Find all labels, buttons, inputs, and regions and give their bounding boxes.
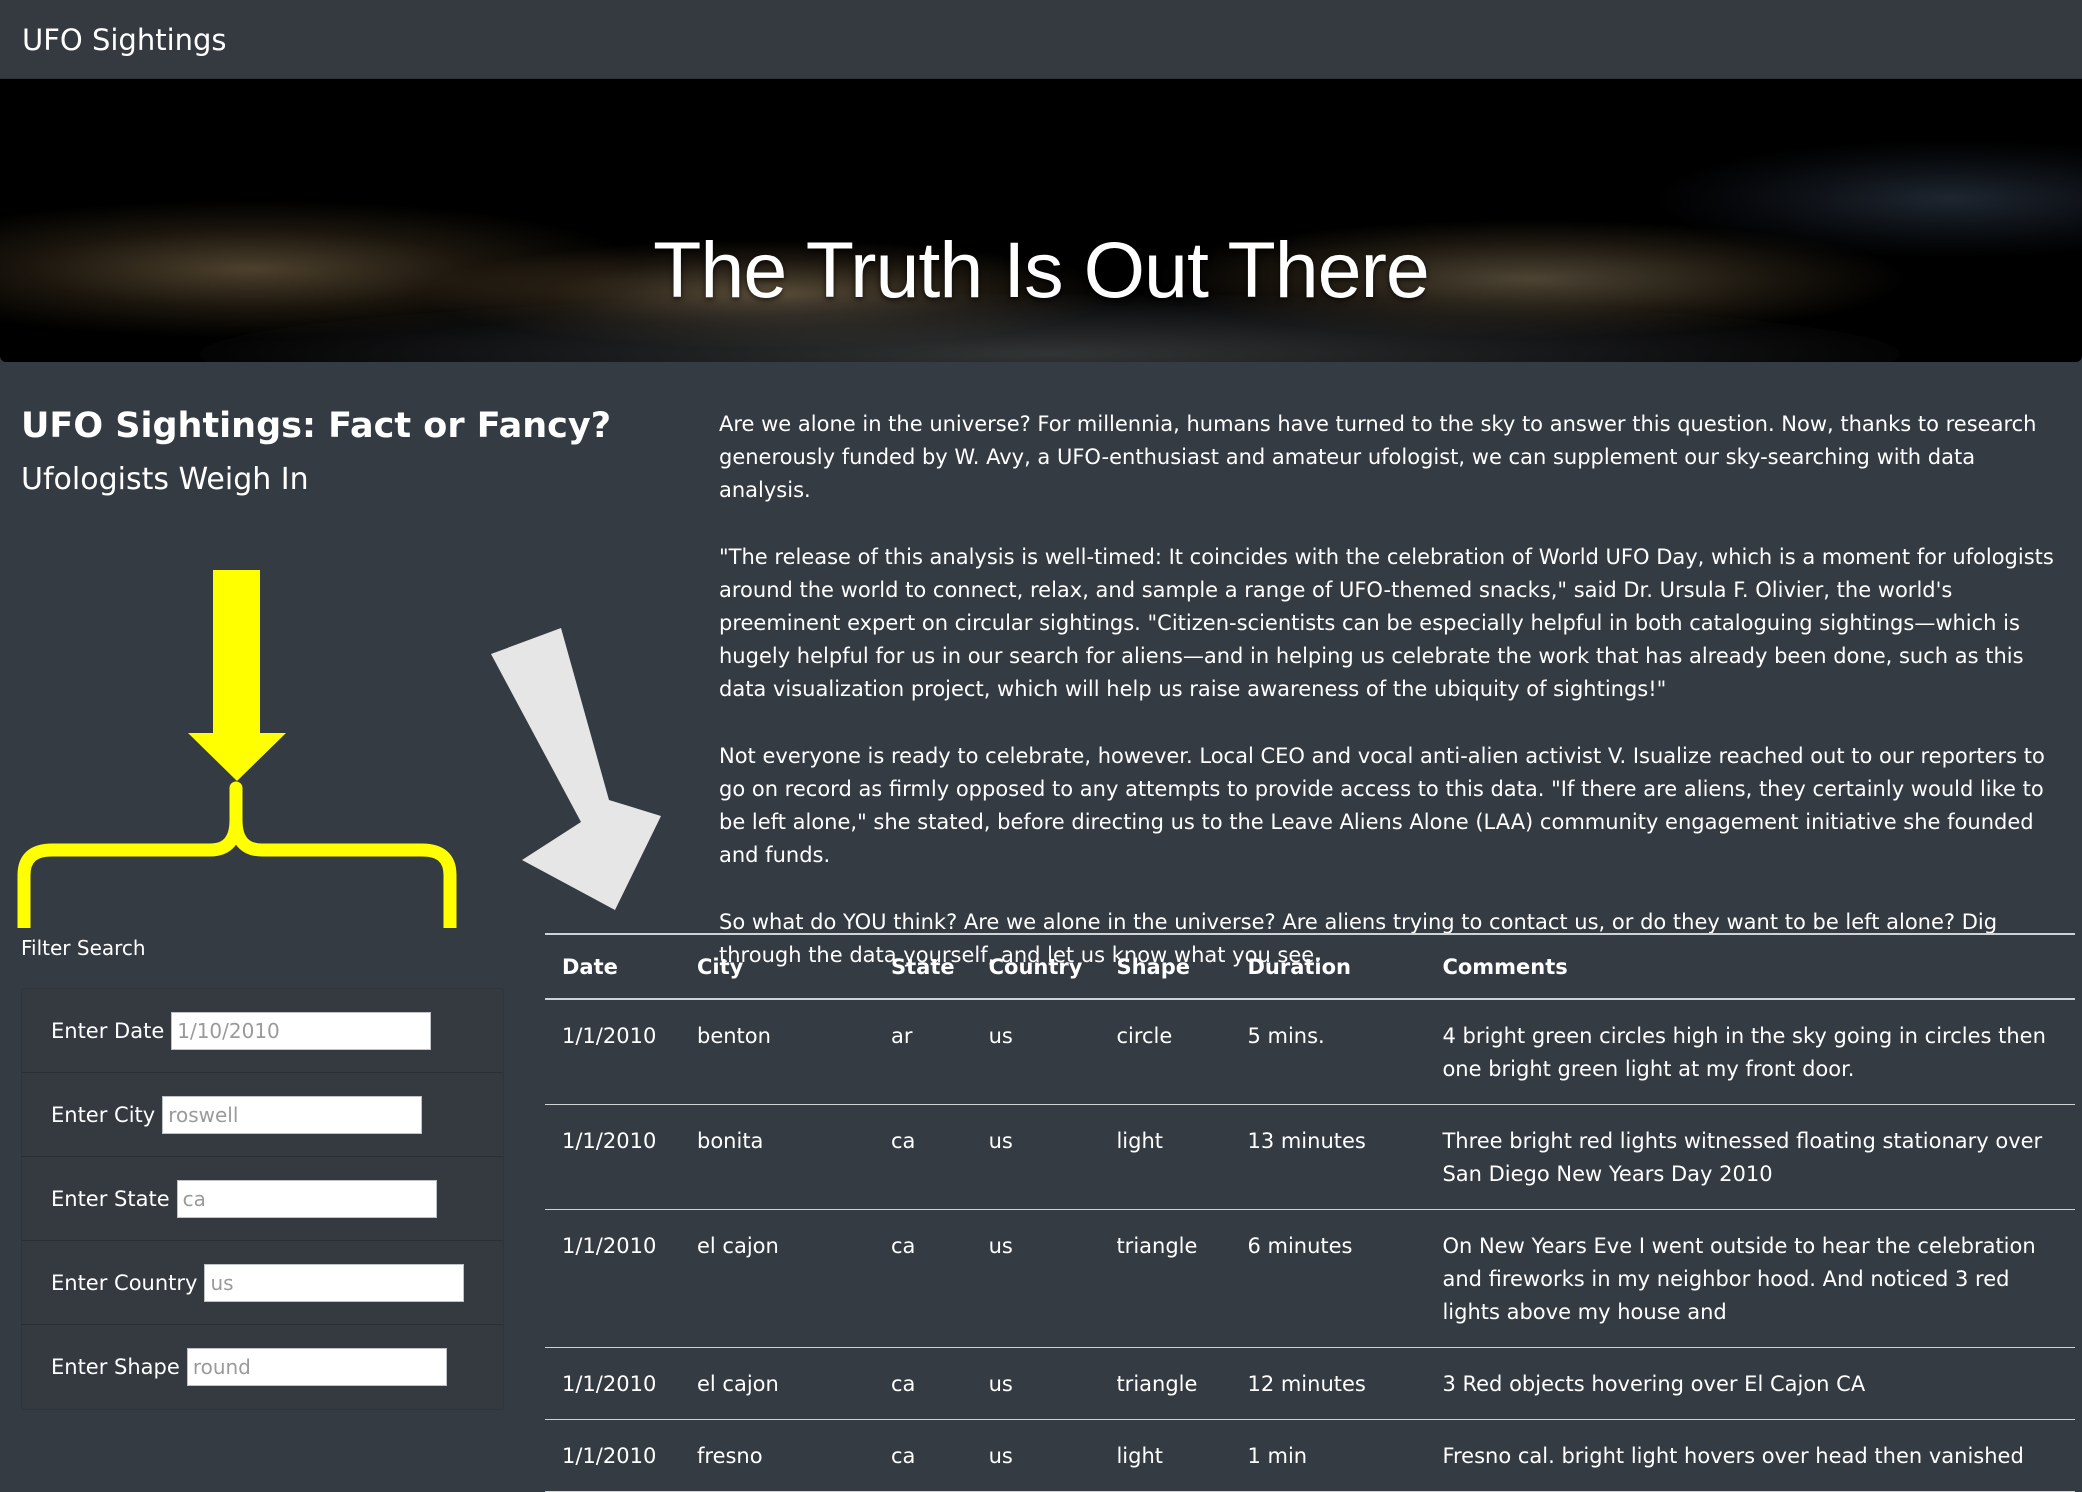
cell-city: fresno [680,1419,874,1492]
hero-banner: The Truth Is Out There [0,79,2082,362]
cell-state: ca [874,1419,972,1492]
filter-list: Enter Date Enter City Enter State Enter … [21,988,504,1410]
cell-state: ca [874,1209,972,1348]
date-label: Enter Date [51,1018,165,1043]
cell-state: ar [874,999,972,1105]
cell-country: us [971,999,1100,1105]
cell-shape: triangle [1099,1209,1231,1348]
city-label: Enter City [51,1102,156,1127]
navbar-brand-link[interactable]: UFO Sightings [22,22,227,58]
article-paragraph: "The release of this analysis is well-ti… [719,545,2054,701]
state-label: Enter State [51,1186,170,1211]
cell-shape: triangle [1099,1347,1231,1420]
yellow-brace-icon [17,781,457,928]
cell-duration: 6 minutes [1230,1209,1426,1348]
cell-comments: Three bright red lights witnessed floati… [1425,1104,2075,1210]
filter-item-date: Enter Date [22,989,503,1073]
cell-date: 1/1/2010 [545,1419,680,1492]
column-header-shape: Shape [1099,933,1231,1000]
filter-item-city: Enter City [22,1073,503,1157]
shape-input[interactable] [186,1348,447,1386]
yellow-down-arrow-icon [188,570,286,781]
column-header-state: State [874,933,972,1000]
cell-city: el cajon [680,1209,874,1348]
cell-date: 1/1/2010 [545,999,680,1105]
cell-date: 1/1/2010 [545,1104,680,1210]
table-row: 1/1/2010 fresno ca us light 1 min Fresno… [545,1419,2075,1492]
cell-shape: light [1099,1419,1231,1492]
cell-comments: On New Years Eve I went outside to hear … [1425,1209,2075,1348]
article-subtitle: Ufologists Weigh In [21,462,309,497]
cell-date: 1/1/2010 [545,1209,680,1348]
filter-search-heading: Filter Search [21,936,146,960]
filter-item-state: Enter State [22,1157,503,1241]
cell-duration: 12 minutes [1230,1347,1426,1420]
article-title: UFO Sightings: Fact or Fancy? [21,406,612,446]
state-input[interactable] [176,1179,437,1218]
cell-country: us [971,1347,1100,1420]
shape-label: Enter Shape [51,1355,180,1379]
cell-shape: light [1099,1104,1231,1210]
cell-shape: circle [1099,999,1231,1105]
cell-country: us [971,1104,1100,1210]
cell-comments: Fresno cal. bright light hovers over hea… [1425,1419,2075,1492]
cell-country: us [971,1419,1100,1492]
filter-item-country: Enter Country [22,1241,503,1325]
cell-country: us [971,1209,1100,1348]
cell-comments: 4 bright green circles high in the sky g… [1425,999,2075,1105]
table-row: 1/1/2010 bonita ca us light 13 minutes T… [545,1104,2075,1210]
filter-item-shape: Enter Shape [22,1325,503,1409]
ufo-sightings-table: Date City State Country Shape Duration C… [545,933,2075,1492]
cell-duration: 13 minutes [1230,1104,1426,1210]
cell-city: el cajon [680,1347,874,1420]
white-down-right-arrow-icon [491,628,661,910]
column-header-date: Date [545,933,680,1000]
table-row: 1/1/2010 el cajon ca us triangle 6 minut… [545,1209,2075,1348]
column-header-duration: Duration [1230,933,1426,1000]
city-input[interactable] [162,1095,423,1134]
column-header-country: Country [971,933,1100,1000]
column-header-city: City [680,933,874,1000]
cell-city: bonita [680,1104,874,1210]
cell-city: benton [680,999,874,1105]
article-paragraph: Are we alone in the universe? For millen… [719,412,2037,502]
country-input[interactable] [204,1263,465,1302]
table-row: 1/1/2010 el cajon ca us triangle 12 minu… [545,1347,2075,1420]
table-row: 1/1/2010 benton ar us circle 5 mins. 4 b… [545,999,2075,1105]
column-header-comments: Comments [1425,933,2075,1000]
cell-duration: 5 mins. [1230,999,1426,1105]
cell-date: 1/1/2010 [545,1347,680,1420]
cell-state: ca [874,1347,972,1420]
date-input[interactable] [171,1011,432,1050]
cell-state: ca [874,1104,972,1210]
hero-title: The Truth Is Out There [653,224,1430,314]
article-body: Are we alone in the universe? For millen… [719,408,2069,1006]
country-label: Enter Country [51,1270,198,1295]
cell-comments: 3 Red objects hovering over El Cajon CA [1425,1347,2075,1420]
cell-duration: 1 min [1230,1419,1426,1492]
table-header-row: Date City State Country Shape Duration C… [545,933,2075,1000]
navbar: UFO Sightings [0,0,2082,79]
article-paragraph: Not everyone is ready to celebrate, howe… [719,744,2045,867]
